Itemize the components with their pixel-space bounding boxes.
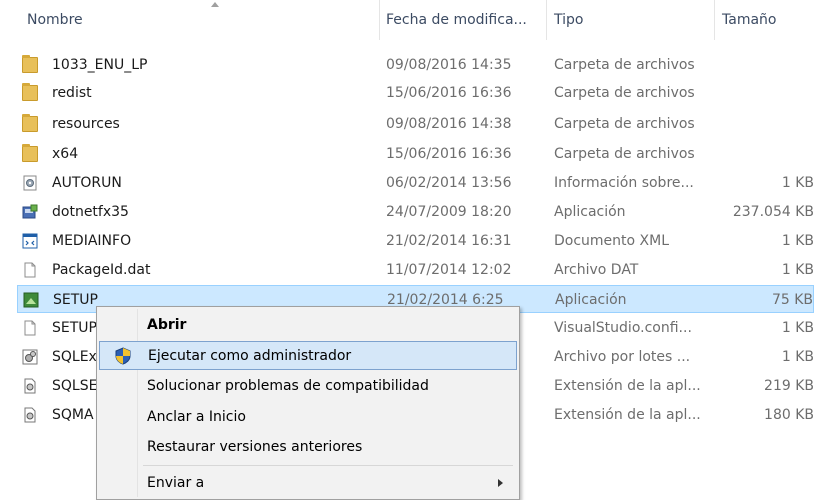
- file-size: 1 KB: [781, 320, 814, 336]
- file-type: Carpeta de archivos: [554, 146, 695, 162]
- generic-file-icon: [24, 320, 36, 336]
- uac-shield-icon: [115, 347, 131, 365]
- file-type: Carpeta de archivos: [554, 116, 695, 132]
- file-date: 15/06/2016 16:36: [386, 146, 512, 162]
- folder-icon: [22, 114, 38, 132]
- file-date: 06/02/2014 13:56: [386, 175, 512, 191]
- folder-icon: [22, 144, 38, 162]
- file-name: SQLEx: [52, 349, 97, 365]
- file-size: 1 KB: [781, 175, 814, 191]
- file-name: dotnetfx35: [52, 204, 129, 220]
- column-divider[interactable]: [714, 0, 715, 40]
- dll-file-icon: [24, 407, 36, 423]
- file-size: 75 KB: [771, 292, 813, 308]
- file-name: MEDIAINFO: [52, 233, 132, 249]
- file-date: 15/06/2016 16:36: [386, 85, 512, 101]
- file-date: 09/08/2016 14:35: [386, 57, 512, 73]
- menu-item-pin-start[interactable]: Anclar a Inicio: [99, 403, 517, 432]
- file-name: resources: [52, 116, 120, 132]
- file-date: 11/07/2014 12:02: [386, 262, 512, 278]
- file-size: 180 KB: [764, 407, 814, 423]
- column-type[interactable]: Tipo: [554, 0, 583, 40]
- file-name: PackageId.dat: [52, 262, 151, 278]
- file-name: SQMA: [52, 407, 94, 423]
- file-type: Información sobre...: [554, 175, 694, 191]
- folder-icon: [22, 55, 38, 73]
- file-type: Carpeta de archivos: [554, 85, 695, 101]
- file-type: Carpeta de archivos: [554, 57, 695, 73]
- file-size: 237.054 KB: [732, 204, 814, 220]
- column-divider[interactable]: [379, 0, 380, 40]
- batch-file-icon: [22, 349, 38, 365]
- file-type: Aplicación: [554, 204, 626, 220]
- file-name: redist: [52, 85, 92, 101]
- file-name: x64: [52, 146, 79, 162]
- menu-item-troubleshoot[interactable]: Solucionar problemas de compatibilidad: [99, 372, 517, 401]
- file-name: SETUP: [52, 320, 97, 336]
- file-row[interactable]: PackageId.dat 11/07/2014 12:02 Archivo D…: [17, 256, 814, 284]
- file-type: Extensión de la apl...: [554, 407, 701, 423]
- generic-file-icon: [24, 262, 36, 278]
- file-date: 09/08/2016 14:38: [386, 116, 512, 132]
- file-type: Extensión de la apl...: [554, 378, 701, 394]
- file-row[interactable]: AUTORUN 06/02/2014 13:56 Información sob…: [17, 169, 814, 197]
- menu-separator: [143, 465, 513, 466]
- file-row[interactable]: x64 15/06/2016 16:36 Carpeta de archivos: [17, 140, 814, 168]
- file-row[interactable]: MEDIAINFO 21/02/2014 16:31 Documento XML…: [17, 227, 814, 255]
- column-date[interactable]: Fecha de modifica...: [386, 0, 527, 40]
- file-row[interactable]: dotnetfx35 24/07/2009 18:20 Aplicación 2…: [17, 198, 814, 226]
- column-size[interactable]: Tamaño: [722, 0, 776, 40]
- menu-item-restore-versions[interactable]: Restaurar versiones anteriores: [99, 433, 517, 462]
- file-type: Aplicación: [555, 292, 627, 308]
- file-date: 21/02/2014 16:31: [386, 233, 512, 249]
- installer-icon: [22, 204, 38, 219]
- menu-item-send-to[interactable]: Enviar a: [99, 469, 517, 498]
- file-type: VisualStudio.confi...: [554, 320, 692, 336]
- column-name[interactable]: Nombre: [27, 0, 83, 40]
- context-menu: Abrir Ejecutar como administrador Soluci…: [96, 306, 520, 500]
- file-type: Documento XML: [554, 233, 670, 249]
- setup-app-icon: [23, 292, 39, 308]
- column-header: Nombre Fecha de modifica... Tipo Tamaño: [0, 0, 814, 40]
- file-size: 1 KB: [781, 233, 814, 249]
- file-row[interactable]: 1033_ENU_LP 09/08/2016 14:35 Carpeta de …: [17, 51, 814, 79]
- xml-file-icon: [22, 233, 38, 249]
- sort-ascending-icon: [211, 2, 219, 7]
- file-size: 1 KB: [781, 349, 814, 365]
- file-size: 219 KB: [764, 378, 814, 394]
- file-name: AUTORUN: [52, 175, 122, 191]
- menu-item-run-as-admin[interactable]: Ejecutar como administrador: [99, 341, 517, 370]
- column-divider[interactable]: [546, 0, 547, 40]
- folder-icon: [22, 83, 38, 101]
- file-size: 1 KB: [781, 262, 814, 278]
- submenu-arrow-icon: [498, 479, 503, 487]
- menu-item-open[interactable]: Abrir: [99, 311, 517, 340]
- file-row[interactable]: redist 15/06/2016 16:36 Carpeta de archi…: [17, 79, 814, 107]
- file-name: SETUP: [53, 292, 98, 308]
- file-name: 1033_ENU_LP: [52, 57, 148, 73]
- file-type: Archivo por lotes ...: [554, 349, 691, 365]
- file-date: 24/07/2009 18:20: [386, 204, 512, 220]
- file-row[interactable]: resources 09/08/2016 14:38 Carpeta de ar…: [17, 110, 814, 138]
- settings-file-icon: [23, 175, 37, 191]
- dll-file-icon: [24, 378, 36, 394]
- file-type: Archivo DAT: [554, 262, 639, 278]
- file-name: SQLSE: [52, 378, 98, 394]
